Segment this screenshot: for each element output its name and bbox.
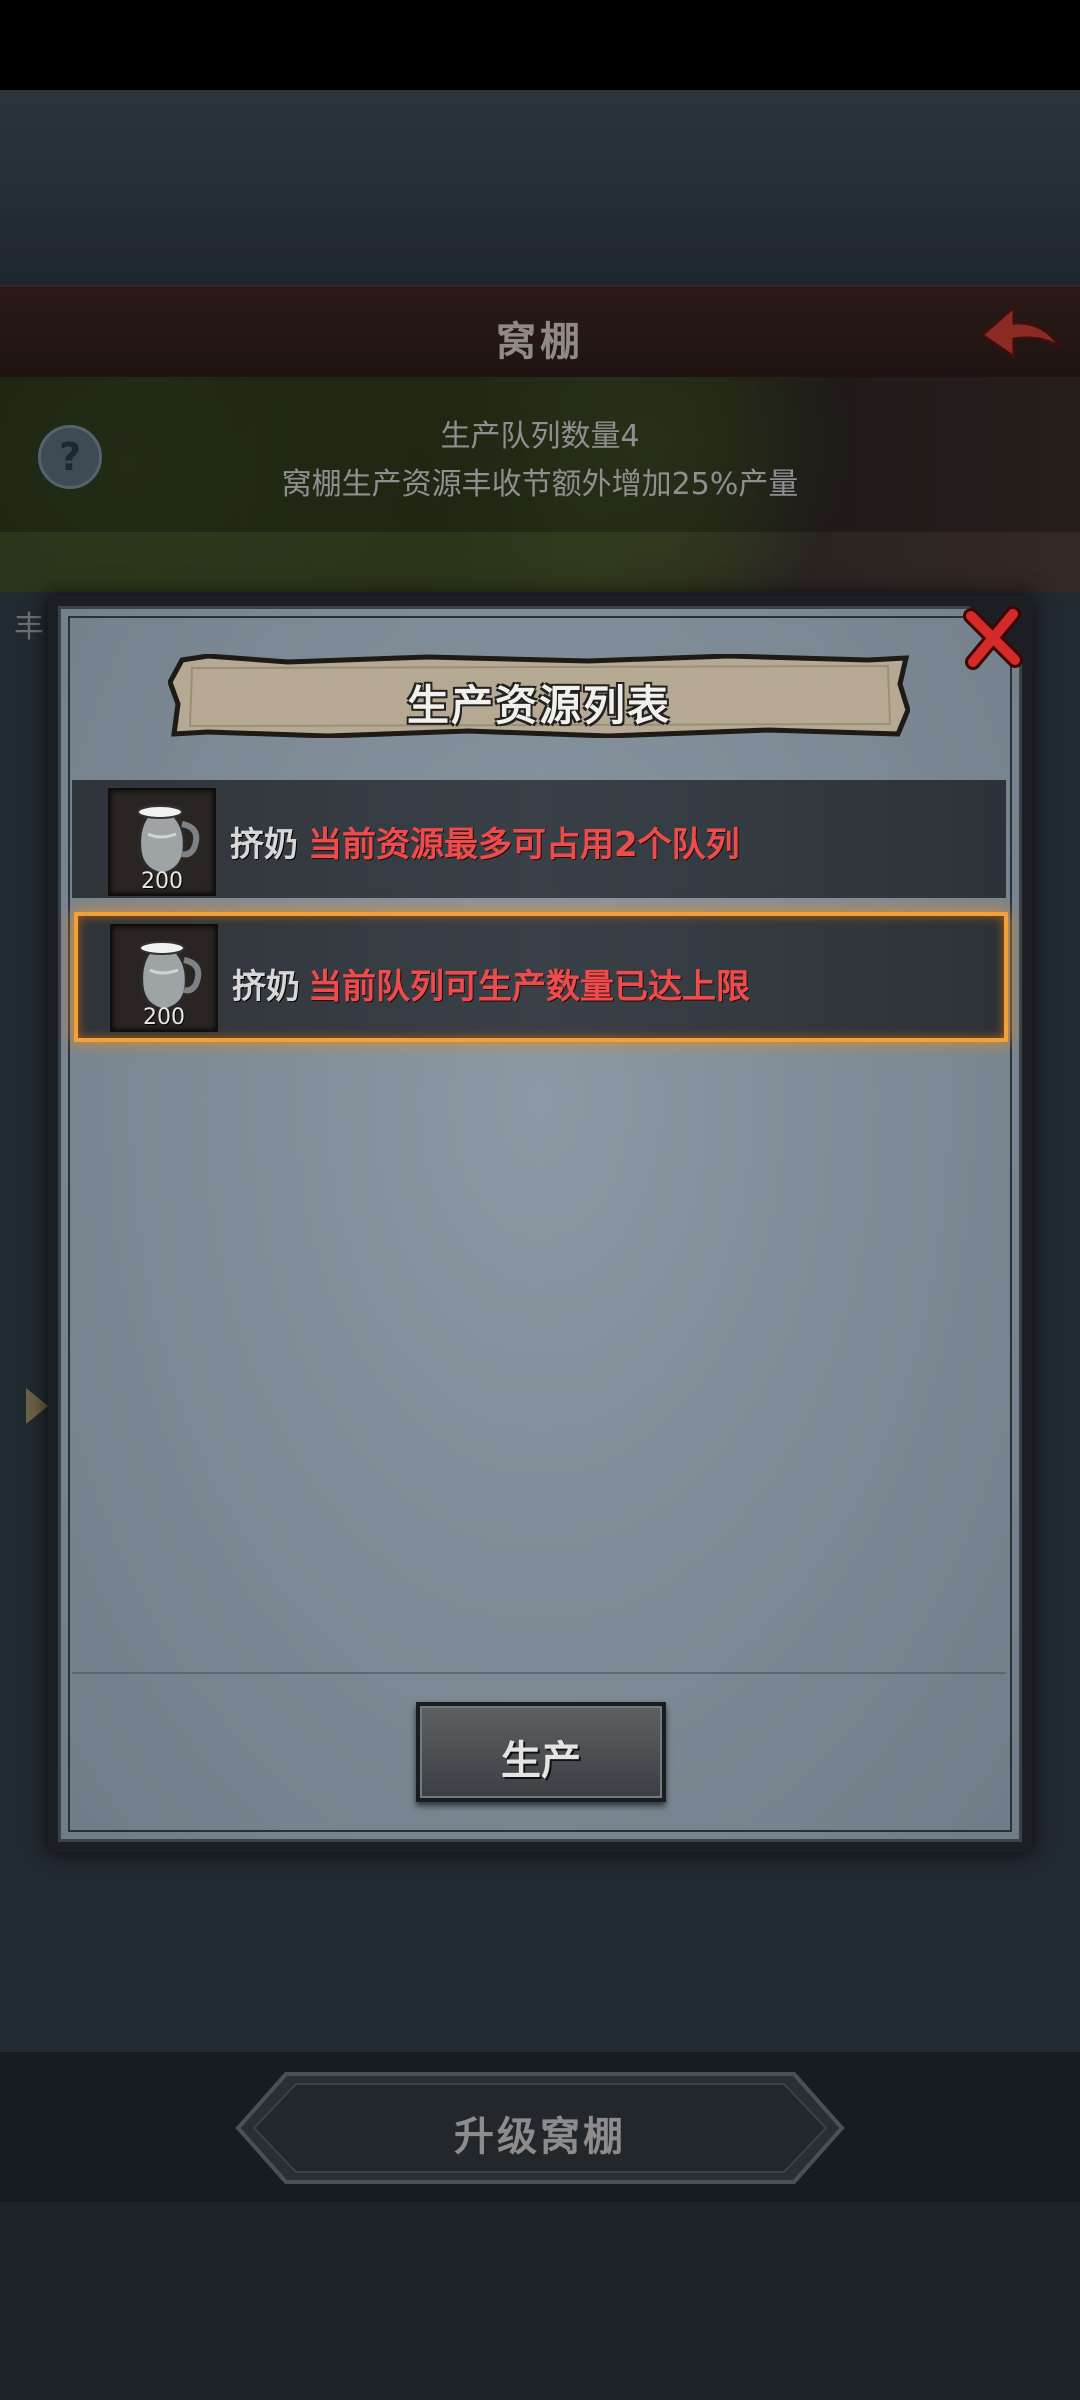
resource-name: 挤奶 <box>232 967 300 1007</box>
side-arrow-icon[interactable] <box>26 1388 48 1424</box>
resource-warning: 当前队列可生产数量已达上限 <box>308 967 750 1007</box>
resource-warning: 当前资源最多可占用2个队列 <box>308 825 740 865</box>
resource-row-selected[interactable]: 200 挤奶 当前队列可生产数量已达上限 <box>74 912 1008 1042</box>
back-arrow-icon[interactable] <box>974 297 1066 367</box>
produce-button[interactable]: 生产 <box>416 1702 666 1802</box>
resource-count: 200 <box>141 869 183 894</box>
produce-button-label: 生产 <box>501 1738 581 1784</box>
building-banner: ? 生产队列数量4 窝棚生产资源丰收节额外增加25%产量 <box>0 377 1080 592</box>
close-icon[interactable] <box>953 600 1033 680</box>
header-background <box>0 90 1080 285</box>
building-title-bar: 窝棚 <box>0 285 1080 379</box>
resource-count: 200 <box>143 1005 185 1030</box>
resource-name: 挤奶 <box>230 825 298 865</box>
resource-item-slot: 200 <box>110 924 218 1032</box>
resource-row[interactable]: 200 挤奶 当前资源最多可占用2个队列 <box>72 780 1006 898</box>
upgrade-button-label: 升级窝棚 <box>454 2114 626 2160</box>
side-label: 丰 <box>14 610 44 645</box>
bottom-strip <box>0 2202 1080 2400</box>
dialog-title: 生产资源列表 <box>406 681 671 730</box>
bonus-text: 窝棚生产资源丰收节额外增加25%产量 <box>281 467 799 502</box>
resource-item-slot: 200 <box>108 788 216 896</box>
building-title: 窝棚 <box>496 319 584 365</box>
dialog-divider <box>72 1672 1006 1674</box>
status-bar <box>0 0 1080 90</box>
queue-count-text: 生产队列数量4 <box>440 419 640 454</box>
